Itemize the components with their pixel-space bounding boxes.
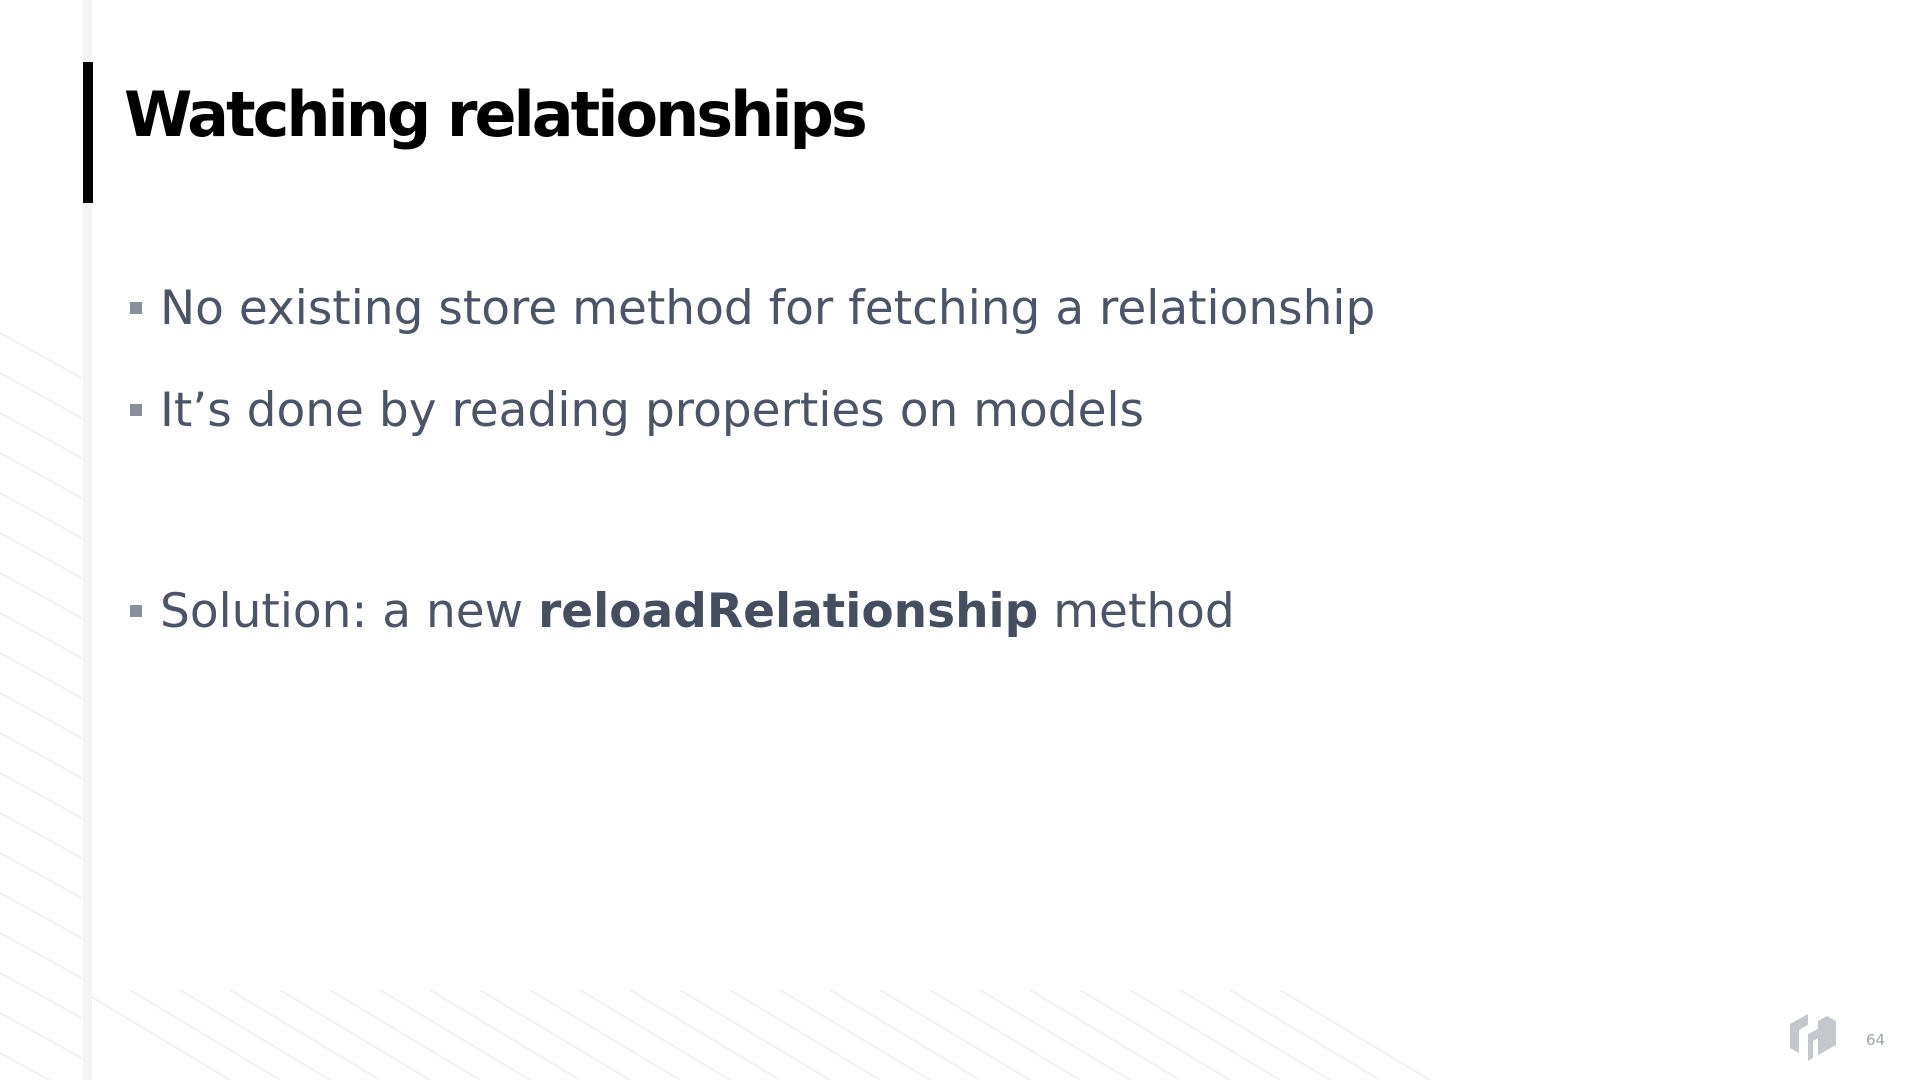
- square-bullet-icon: [130, 404, 142, 416]
- bullet-text-suffix: method: [1038, 583, 1235, 639]
- slide: Watching relationships No existing store…: [0, 0, 1920, 1080]
- square-bullet-icon: [130, 605, 142, 617]
- bullet-text-prefix: Solution: a new: [160, 583, 539, 639]
- bullet-item-1: No existing store method for fetching a …: [130, 278, 1375, 338]
- title-accent-bar: [83, 62, 93, 203]
- hashicorp-logo-icon: [1790, 1014, 1836, 1061]
- square-bullet-icon: [130, 302, 142, 314]
- bullet-text: It’s done by reading properties on model…: [160, 382, 1145, 438]
- bullet-item-2: It’s done by reading properties on model…: [130, 380, 1144, 440]
- diagonal-line-pattern: [0, 330, 1431, 1080]
- bullet-text: No existing store method for fetching a …: [160, 280, 1376, 336]
- bullet-item-3: Solution: a new reloadRelationship metho…: [130, 581, 1235, 641]
- method-name: reloadRelationship: [538, 583, 1039, 639]
- page-number: 64: [1866, 1031, 1886, 1049]
- bullet-text: Solution: a new reloadRelationship metho…: [160, 584, 1235, 639]
- slide-title: Watching relationships: [124, 78, 868, 151]
